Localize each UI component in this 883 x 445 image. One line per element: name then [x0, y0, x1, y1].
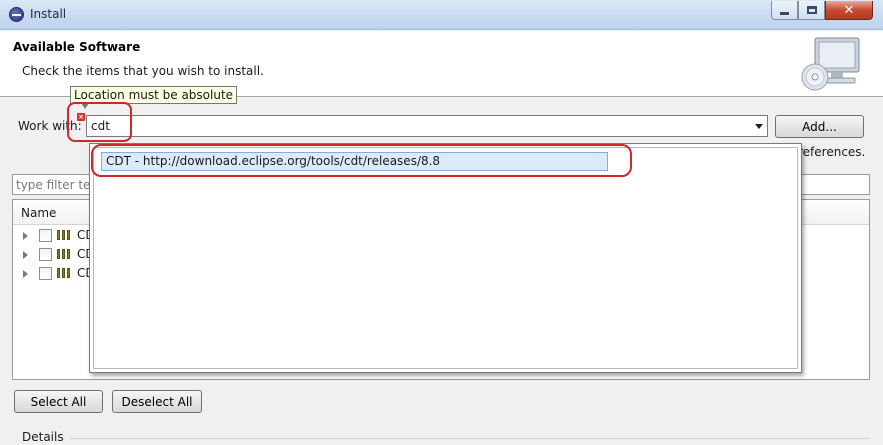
page-description: Check the items that you wish to install… [22, 64, 264, 78]
page-title: Available Software [13, 40, 141, 54]
deselect-all-button[interactable]: Deselect All [112, 390, 202, 413]
expand-icon[interactable] [23, 232, 28, 240]
maximize-button[interactable] [798, 1, 825, 20]
error-tooltip: Location must be absolute [70, 86, 238, 104]
select-all-button[interactable]: Select All [14, 390, 103, 413]
tree-row[interactable]: CD [13, 245, 95, 264]
work-with-dropdown: CDT - http://download.eclipse.org/tools/… [89, 143, 802, 373]
work-with-label: Work with: [18, 119, 82, 133]
work-with-combo[interactable]: cdt [86, 115, 768, 137]
tree-row[interactable]: CD [13, 264, 95, 283]
details-divider [70, 438, 870, 439]
maximize-icon [806, 6, 817, 14]
close-button[interactable]: ✕ [825, 1, 873, 20]
column-name[interactable]: Name [21, 206, 56, 220]
tooltip-pointer [81, 103, 89, 109]
computer-cd-icon [801, 37, 860, 91]
details-section-label: Details [22, 430, 64, 444]
window-titlebar: Install ✕ [0, 0, 883, 30]
error-icon: × [77, 113, 85, 121]
minimize-icon [780, 11, 789, 15]
dropdown-item-cdt[interactable]: CDT - http://download.eclipse.org/tools/… [101, 152, 608, 171]
tree-checkbox[interactable] [39, 248, 52, 261]
filter-placeholder: type filter tex [16, 178, 98, 192]
close-icon: ✕ [843, 2, 855, 18]
dropdown-list: CDT - http://download.eclipse.org/tools/… [93, 147, 798, 369]
tree-checkbox[interactable] [39, 229, 52, 242]
select-all-label: Select All [30, 394, 87, 409]
tree-checkbox[interactable] [39, 267, 52, 280]
work-with-value[interactable]: cdt [91, 119, 110, 133]
package-icon [57, 230, 71, 240]
expand-icon[interactable] [23, 270, 28, 278]
eclipse-icon [9, 7, 24, 22]
preferences-link[interactable]: references. [798, 145, 865, 159]
package-icon [57, 249, 71, 259]
minimize-button[interactable] [771, 1, 798, 20]
window-title: Install [30, 7, 67, 21]
chevron-down-icon[interactable] [755, 124, 763, 129]
add-site-button[interactable]: Add... [775, 115, 864, 138]
tree-row[interactable]: CD [13, 226, 95, 245]
deselect-all-label: Deselect All [121, 394, 193, 409]
package-icon [57, 268, 71, 278]
expand-icon[interactable] [23, 251, 28, 259]
